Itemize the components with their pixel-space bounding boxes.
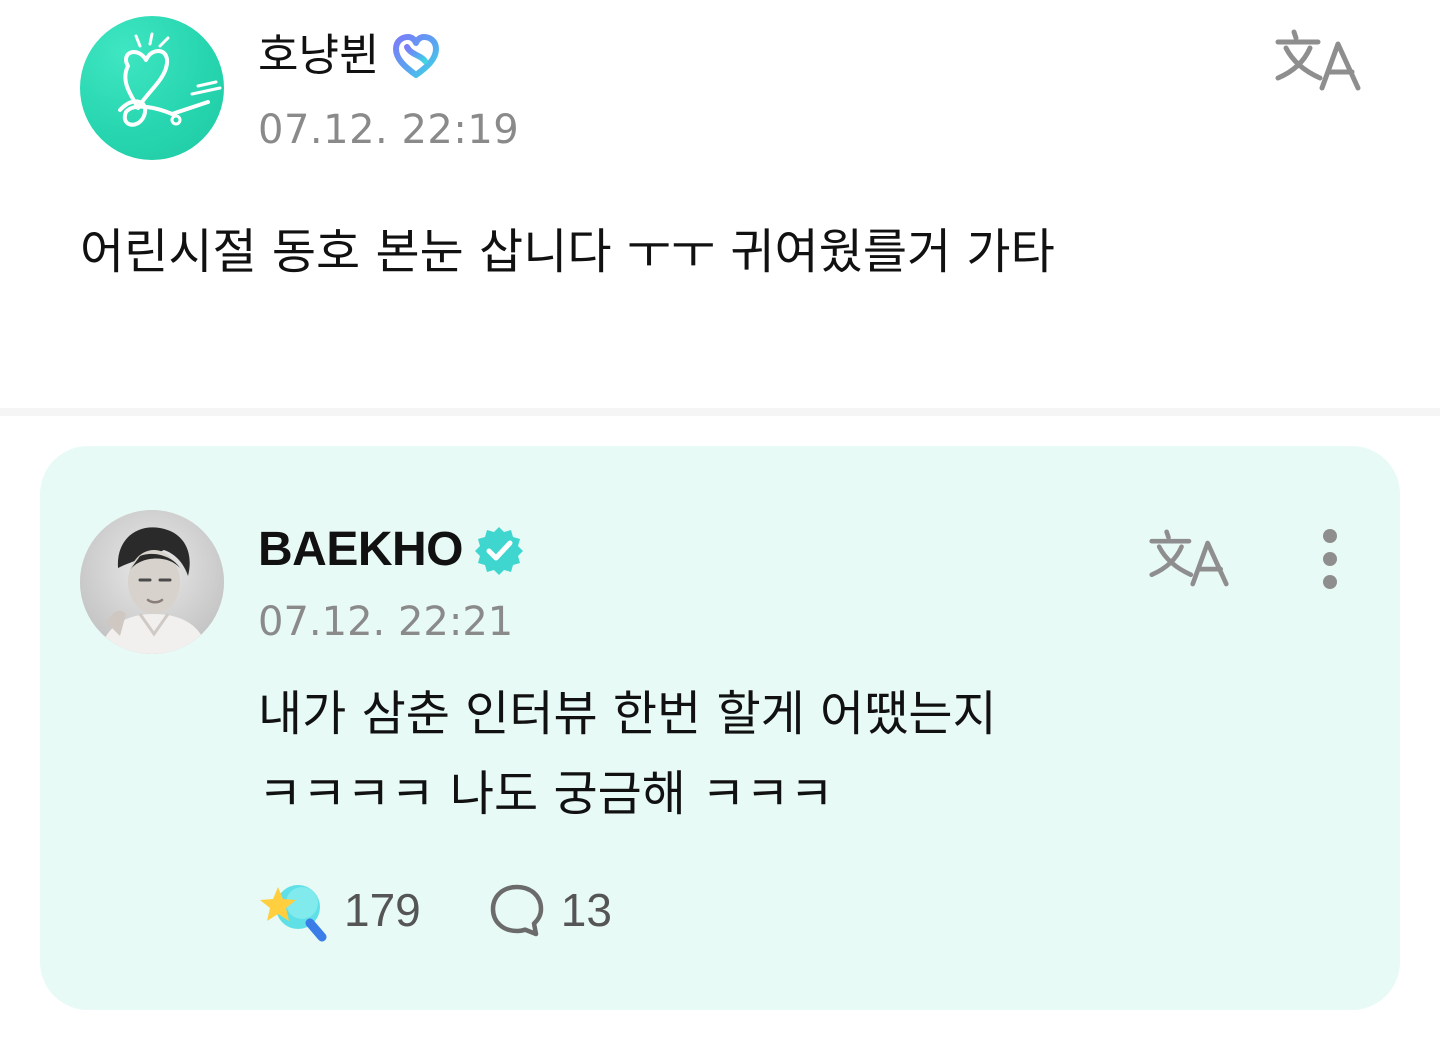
post-author-name[interactable]: 호냥뷘 [258, 24, 379, 88]
artist-photo [80, 510, 224, 654]
post-translate-button[interactable] [1274, 26, 1362, 92]
fan-membership-badge-icon [391, 31, 441, 81]
more-options-button[interactable] [1310, 526, 1350, 592]
post-timestamp: 07.12. 22:19 [258, 107, 520, 153]
verified-badge-icon [473, 524, 525, 576]
more-vertical-icon [1323, 529, 1337, 589]
reply-body-line: 내가 삼춘 인터뷰 한번 할게 어땠는지 [258, 686, 997, 742]
heart-doodle-icon [118, 32, 222, 127]
reaction-row: 179 13 [258, 878, 612, 942]
reply-author-avatar[interactable] [80, 510, 224, 654]
comment-button[interactable]: 13 [489, 878, 612, 942]
comment-count: 13 [560, 884, 612, 936]
reply-author-row: BAEKHO [258, 518, 525, 582]
like-count: 179 [344, 884, 421, 936]
reply-body-text: 내가 삼춘 인터뷰 한번 할게 어땠는지 ㅋㅋㅋㅋ 나도 궁금해 ㅋㅋㅋ [258, 674, 1358, 834]
speech-bubble-icon [490, 884, 543, 937]
post-author-avatar[interactable] [80, 16, 224, 160]
star-wand-like-icon [260, 885, 327, 942]
reply-author-name[interactable]: BAEKHO [258, 518, 464, 582]
reply-translate-button[interactable] [1148, 526, 1230, 588]
artist-reply-card: BAEKHO 07.12. 22:21 내가 삼춘 인터뷰 한번 할게 어땠는지… [40, 446, 1400, 1010]
post-body-text: 어린시절 동호 본눈 삽니다 ㅜㅜ 귀여웠를거 가타 [80, 224, 1055, 280]
community-post-page: 호냥뷘 07.12. 22:19 어린시절 동호 본눈 삽니다 ㅜㅜ 귀여웠를거… [0, 0, 1440, 1039]
section-divider [0, 408, 1440, 416]
reply-body-line: ㅋㅋㅋㅋ 나도 궁금해 ㅋㅋㅋ [258, 766, 834, 822]
reply-timestamp: 07.12. 22:21 [258, 599, 514, 645]
post-author-row: 호냥뷘 [258, 24, 441, 88]
like-button[interactable]: 179 [258, 877, 421, 943]
fan-post: 호냥뷘 07.12. 22:19 어린시절 동호 본눈 삽니다 ㅜㅜ 귀여웠를거… [0, 0, 1440, 408]
translate-icon [1275, 29, 1361, 91]
translate-icon [1149, 529, 1229, 587]
